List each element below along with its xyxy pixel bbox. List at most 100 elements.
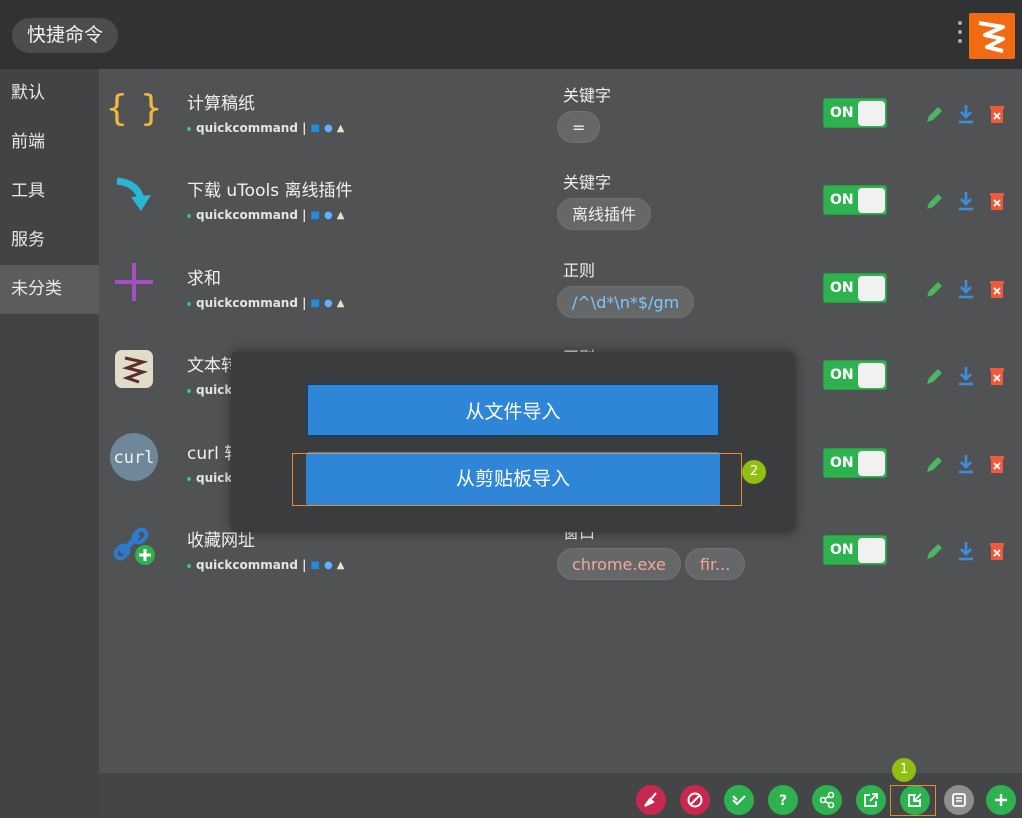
download-icon[interactable] [956,103,976,125]
share-icon[interactable] [812,785,842,815]
edit-icon[interactable] [924,540,944,562]
edit-icon[interactable] [924,278,944,300]
download-icon[interactable] [956,190,976,212]
link-add-icon [109,519,159,569]
toggle-knob [858,188,885,213]
download-icon[interactable] [956,278,976,300]
toggle-knob [858,101,885,126]
windows-icon: ■ [310,560,320,571]
feature-chip: fir... [684,548,746,580]
svg-text:?: ? [779,793,787,809]
feature-type-label: 关键字 [563,173,612,192]
sidebar-item-default[interactable]: 默认 [0,69,99,118]
command-meta: quickcommand | ■ ● ▲ [187,558,344,572]
command-meta: quickcommand | ■ ● ▲ [187,121,344,135]
command-name: 求和 [187,269,221,289]
feature-type-label: 关键字 [563,86,612,105]
enable-toggle[interactable]: ON [823,360,887,390]
step-marker-2: 2 [742,460,766,484]
delete-icon[interactable] [987,540,1007,562]
command-row[interactable]: 求和 quickcommand | ■ ● ▲ 正则 /^\d*\n*$/gm ON [99,244,1022,331]
download-arrow-icon [109,169,159,219]
edit-icon[interactable] [924,365,944,387]
edit-icon[interactable] [924,453,944,475]
enable-toggle[interactable]: ON [823,98,887,128]
command-name: 计算稿纸 [187,94,255,114]
curl-icon: curl [109,432,159,482]
command-author: quickcommand | [196,296,307,310]
delete-icon[interactable] [987,278,1007,300]
sidebar: 默认 前端 工具 服务 未分类 [0,69,99,818]
delete-icon[interactable] [987,453,1007,475]
toggle-label: ON [830,455,854,471]
page-title: 快捷命令 [12,18,119,53]
svg-text:curl: curl [114,448,155,468]
apple-icon: ● [323,210,333,221]
panel-icon[interactable] [944,785,974,815]
feature-chip: 离线插件 [557,198,652,230]
help-icon[interactable]: ? [768,785,798,815]
delete-icon[interactable] [987,365,1007,387]
export-icon[interactable] [856,785,886,815]
feature-chips: /^\d*\n*$/gm [557,286,698,318]
toggle-knob [858,538,885,563]
sidebar-item-services[interactable]: 服务 [0,216,99,265]
feature-type-label: 正则 [563,261,596,280]
command-row[interactable]: 下载 uTools 离线插件 quickcommand | ■ ● ▲ 关键字 离线插… [99,156,1022,243]
command-author: quickcommand | [196,121,307,135]
more-menu-icon[interactable] [955,17,965,53]
toggle-knob [858,363,885,388]
import-from-file-button[interactable]: 从文件导入 [306,383,720,437]
toggle-label: ON [830,105,854,121]
enable-toggle[interactable]: ON [823,535,887,565]
download-icon[interactable] [956,365,976,387]
sidebar-item-tools[interactable]: 工具 [0,167,99,216]
feature-chips: chrome.exe fir... [557,548,749,580]
sidebar-item-uncategorized[interactable]: 未分类 [0,265,99,314]
feature-chip: /^\d*\n*$/gm [557,286,695,318]
feature-chip: chrome.exe [557,548,681,580]
toggle-label: ON [830,192,854,208]
top-bar: 快捷命令 [0,0,1022,69]
toggle-label: ON [830,542,854,558]
edit-icon[interactable] [924,103,944,125]
status-dot [187,213,191,218]
bottom-toolbar: ? [99,773,1022,818]
apple-icon: ● [323,298,333,309]
windows-icon: ■ [310,210,320,221]
step-marker-1: 1 [892,758,916,782]
status-dot [187,126,191,131]
windows-icon: ■ [310,123,320,134]
apple-icon: ● [323,560,333,571]
add-icon[interactable] [986,785,1016,815]
command-meta: quickcommand | ■ ● ▲ [187,208,344,222]
download-icon[interactable] [956,540,976,562]
delete-icon[interactable] [987,103,1007,125]
enable-toggle[interactable]: ON [823,273,887,303]
broom-icon[interactable] [636,785,666,815]
edit-icon[interactable] [924,190,944,212]
enable-toggle[interactable]: ON [823,448,887,478]
feature-chips: = [557,111,604,143]
toggle-label: ON [830,280,854,296]
highlight-box-2 [292,453,742,506]
toggle-label: ON [830,367,854,383]
apple-icon: ● [323,123,333,134]
sidebar-item-frontend[interactable]: 前端 [0,118,99,167]
command-row[interactable]: { } 计算稿纸 quickcommand |■●▲ 关键字 = ON [99,69,1022,156]
status-dot [187,388,191,393]
disable-icon[interactable] [680,785,710,815]
linux-icon: ▲ [336,123,345,134]
toggle-knob [858,451,885,476]
command-author: quickcommand | [196,208,307,222]
feature-chip: = [557,111,601,143]
status-dot [187,476,191,481]
highlight-box-1 [890,785,936,816]
windows-icon: ■ [310,298,320,309]
delete-icon[interactable] [987,190,1007,212]
check-all-icon[interactable] [724,785,754,815]
command-name: 下载 uTools 离线插件 [187,181,353,201]
download-icon[interactable] [956,453,976,475]
text-convert-icon [109,344,159,394]
enable-toggle[interactable]: ON [823,185,887,215]
